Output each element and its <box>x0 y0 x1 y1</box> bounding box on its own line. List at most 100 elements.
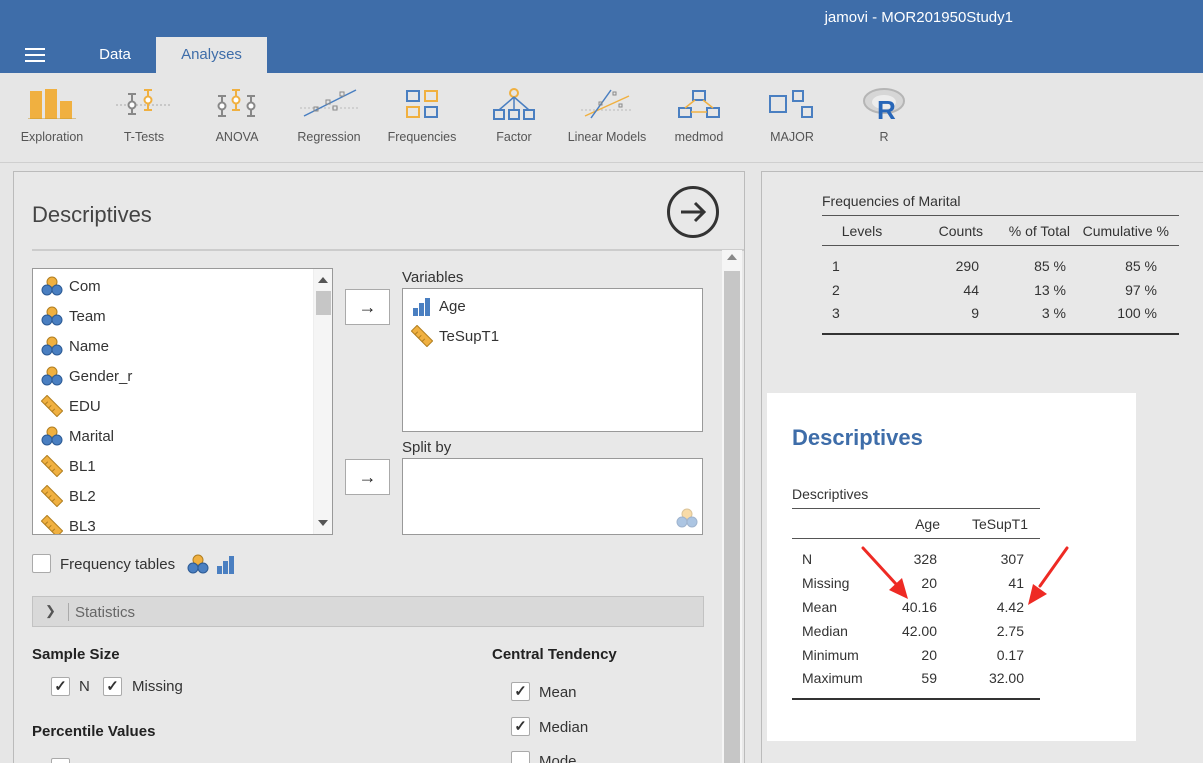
tab-data[interactable]: Data <box>75 37 155 73</box>
tab-analyses[interactable]: Analyses <box>156 37 267 73</box>
mode-checkbox[interactable] <box>511 751 530 763</box>
table-cell: 40.16 <box>901 598 937 615</box>
nominal-variable-icon <box>187 554 209 574</box>
table-header: Counts <box>902 215 983 246</box>
nominal-variable-icon <box>41 306 63 326</box>
table-cell: N <box>802 550 813 567</box>
major-button[interactable]: MAJOR <box>746 83 838 153</box>
median-checkbox[interactable]: ✓ <box>511 717 530 736</box>
nominal-variable-icon <box>41 336 63 356</box>
table-cell: 100 % <box>1070 301 1179 335</box>
percentile-checkbox[interactable] <box>51 758 70 763</box>
frequencies-button[interactable]: Frequencies <box>376 83 468 153</box>
selected-variable-item[interactable]: TeSupT1 <box>403 321 683 351</box>
variable-list-item[interactable]: EDU <box>33 391 313 421</box>
table-row: 2 44 13 % 97 % <box>822 278 1179 302</box>
table-row: Maximum 59 32.00 <box>792 666 1040 700</box>
table-cell: 32.00 <box>940 666 1040 700</box>
table-header: Cumulative % <box>1070 215 1179 246</box>
table-cell: Median <box>802 622 848 639</box>
linear-models-button[interactable]: Linear Models <box>561 83 653 153</box>
split-by-box[interactable] <box>402 458 703 535</box>
r-button[interactable]: R R <box>838 83 930 153</box>
panel-title: Descriptives <box>32 202 152 227</box>
hamburger-menu-icon[interactable] <box>25 48 45 62</box>
major-icon <box>769 90 813 118</box>
t-tests-button[interactable]: T-Tests <box>98 83 190 153</box>
table-row: 1 290 85 % 85 % <box>822 246 1179 278</box>
table-cell: 328 <box>913 550 937 567</box>
variable-name: Age <box>439 297 466 315</box>
continuous-variable-icon <box>411 325 433 347</box>
frequencies-table-title: Frequencies of Marital <box>822 193 961 209</box>
missing-checkbox[interactable]: ✓ <box>103 677 122 696</box>
r-icon: R <box>863 88 905 121</box>
mean-checkbox[interactable]: ✓ <box>511 682 530 701</box>
variables-box[interactable]: Age TeSupT1 <box>402 288 703 432</box>
nominal-variable-icon <box>41 276 63 296</box>
variable-list-item[interactable]: Com <box>33 271 313 301</box>
move-to-variables-button[interactable]: → <box>345 289 390 325</box>
variable-list-item[interactable]: BL3 <box>33 511 313 534</box>
variable-list[interactable]: Com Team Name Gender_r EDU Marital BL1 BL2 BL3 <box>32 268 333 535</box>
table-cell: 20 <box>921 646 937 663</box>
table-header: Age <box>872 508 940 539</box>
table-header: % of Total <box>983 215 1070 246</box>
mean-label: Mean <box>539 684 577 701</box>
nominal-variable-icon <box>41 366 63 386</box>
nominal-variable-icon <box>676 508 698 528</box>
table-header: Levels <box>822 215 902 246</box>
factor-button[interactable]: Factor <box>468 83 560 153</box>
selected-variable-item[interactable]: Age <box>403 291 683 321</box>
table-cell: 3 % <box>983 301 1070 335</box>
factor-icon <box>493 88 535 120</box>
table-cell: 85 % <box>1125 257 1157 274</box>
options-panel-scrollbar[interactable] <box>722 250 742 763</box>
descriptives-table: Age TeSupT1 N 328 307 Missing 20 41 Mean 40.16 4… <box>792 508 1040 700</box>
medmod-button[interactable]: medmod <box>653 83 745 153</box>
table-cell: 13 % <box>1034 281 1066 298</box>
variable-name: Gender_r <box>69 367 133 385</box>
variable-list-item[interactable]: Team <box>33 301 313 331</box>
table-cell: 85 % <box>1034 257 1066 274</box>
variable-list-item[interactable]: Marital <box>33 421 313 451</box>
table-cell: 59 <box>872 666 940 700</box>
svg-text:R: R <box>877 95 896 121</box>
table-cell: Missing <box>802 574 850 591</box>
table-cell: 41 <box>1008 574 1024 591</box>
variable-name: TeSupT1 <box>439 327 500 345</box>
exploration-button[interactable]: Exploration <box>6 83 98 153</box>
variable-list-item[interactable]: Name <box>33 331 313 361</box>
descriptives-table-title: Descriptives <box>792 486 869 502</box>
continuous-variable-icon <box>41 515 63 534</box>
regression-button[interactable]: Regression <box>283 83 375 153</box>
table-cell: 9 <box>902 301 983 335</box>
run-arrow-button[interactable] <box>667 186 719 238</box>
variable-list-item[interactable]: Gender_r <box>33 361 313 391</box>
frequency-tables-label: Frequency tables <box>60 556 176 573</box>
table-cell: 44 <box>963 281 979 298</box>
move-to-split-by-button[interactable]: → <box>345 459 390 495</box>
table-header <box>792 508 872 539</box>
anova-icon <box>217 89 256 117</box>
t-tests-icon <box>116 89 172 115</box>
variables-label: Variables <box>402 269 464 286</box>
statistics-section-toggle[interactable]: ❯ Statistics <box>32 596 704 627</box>
frequency-tables-checkbox[interactable] <box>32 554 51 573</box>
table-cell: 2 <box>832 281 840 298</box>
table-row: Missing 20 41 <box>792 571 1040 595</box>
percentile-values-heading: Percentile Values <box>32 723 156 740</box>
frequencies-icon <box>406 90 438 118</box>
options-panel: Descriptives Com Team Name Gender_r EDU Marit… <box>13 171 745 763</box>
app-title: jamovi - MOR201950Study1 <box>824 9 1013 26</box>
anova-button[interactable]: ANOVA <box>191 83 283 153</box>
variable-list-scrollbar[interactable] <box>313 269 332 534</box>
variable-list-item[interactable]: BL1 <box>33 451 313 481</box>
n-checkbox[interactable]: ✓ <box>51 677 70 696</box>
continuous-variable-icon <box>41 455 63 477</box>
variable-list-item[interactable]: BL2 <box>33 481 313 511</box>
median-label: Median <box>539 719 589 736</box>
variable-name: Team <box>69 307 106 325</box>
table-cell: 97 % <box>1125 281 1157 298</box>
variable-name: BL1 <box>69 457 96 475</box>
